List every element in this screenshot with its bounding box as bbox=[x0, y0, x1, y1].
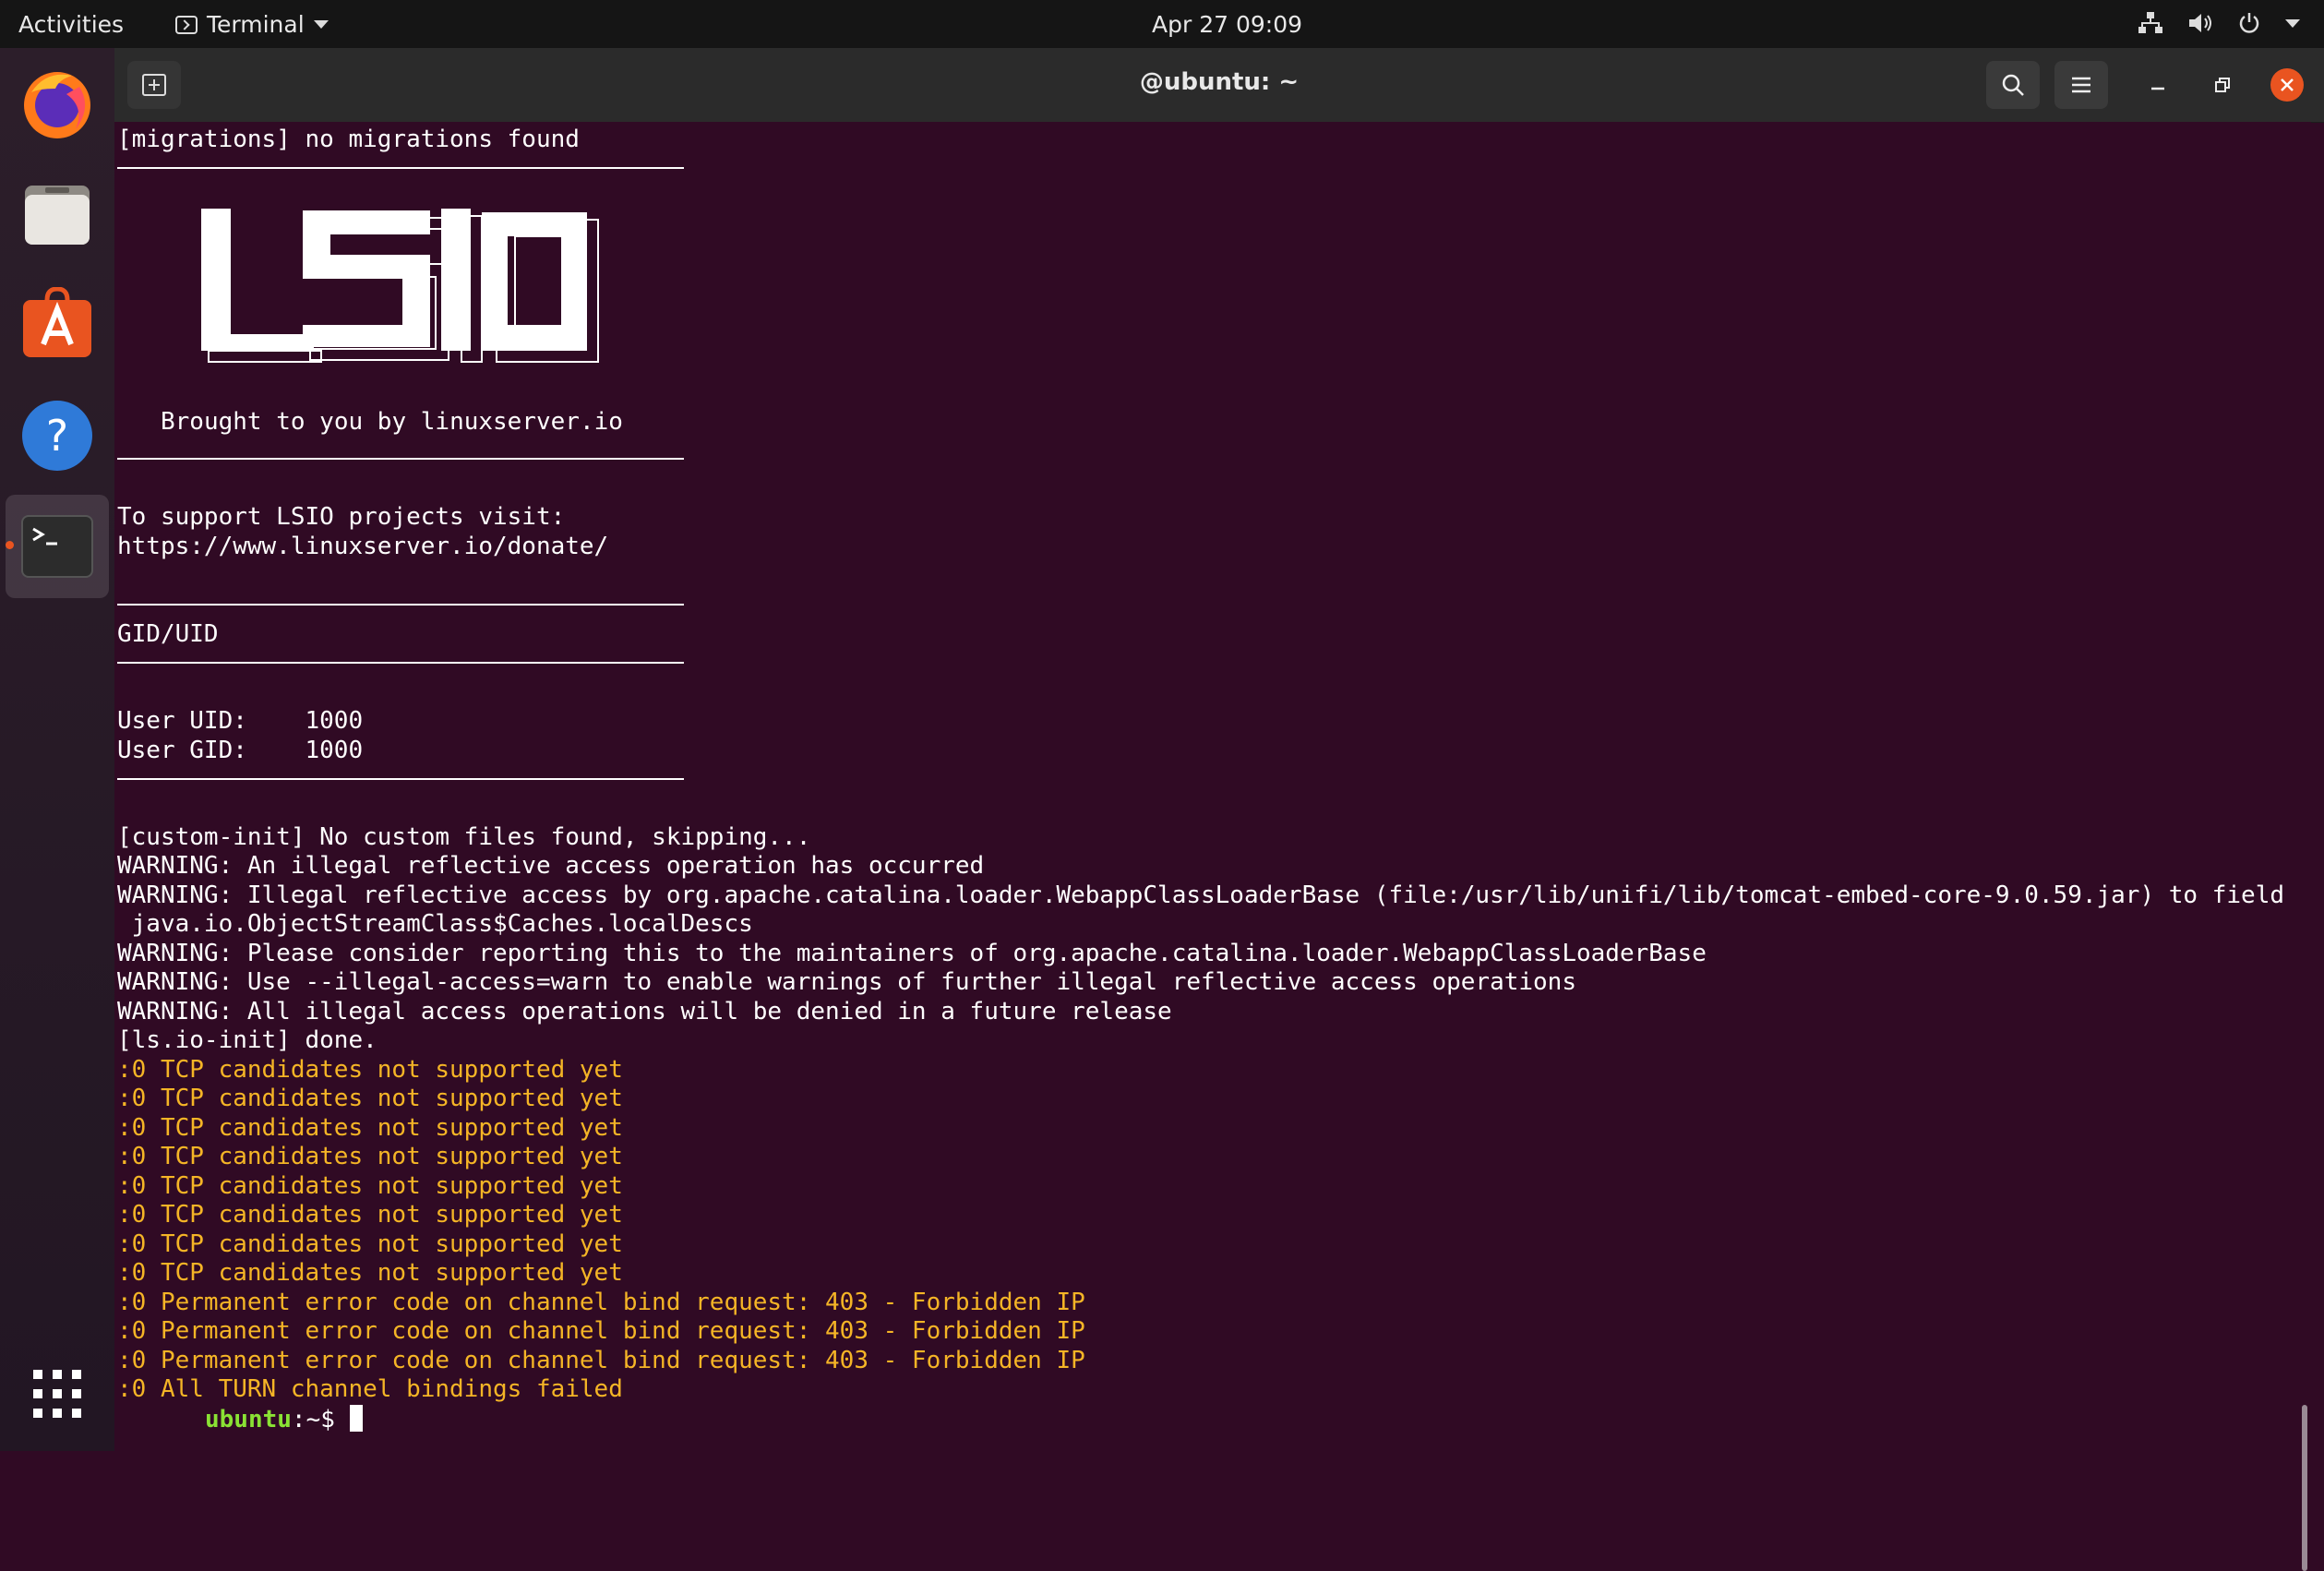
output-line: :0 TCP candidates not supported yet bbox=[117, 1201, 623, 1229]
app-menu-label: Terminal bbox=[207, 11, 305, 38]
output-line: GID/UID bbox=[117, 620, 219, 648]
app-menu[interactable]: Terminal bbox=[175, 11, 329, 38]
svg-text:?: ? bbox=[46, 411, 68, 461]
search-button[interactable] bbox=[1986, 61, 2040, 109]
volume-icon bbox=[2189, 14, 2211, 32]
output-line: User GID: 1000 bbox=[117, 737, 364, 764]
divider bbox=[117, 778, 684, 780]
output-line: WARNING: All illegal access operations w… bbox=[117, 998, 1172, 1025]
hamburger-menu-icon bbox=[2072, 77, 2090, 93]
output-line: WARNING: Please consider reporting this … bbox=[117, 940, 1707, 967]
minimize-icon bbox=[2151, 87, 2164, 90]
output-line: [custom-init] No custom files found, ski… bbox=[117, 823, 811, 851]
search-icon bbox=[2002, 74, 2024, 96]
prompt-user: ubuntu bbox=[205, 1406, 292, 1433]
terminal-output[interactable]: [migrations] no migrations found Brought… bbox=[114, 122, 2311, 1571]
output-line: :0 TCP candidates not supported yet bbox=[117, 1172, 623, 1200]
chevron-down-icon bbox=[313, 20, 329, 29]
close-icon bbox=[2281, 78, 2294, 91]
menu-button[interactable] bbox=[2054, 61, 2108, 109]
output-line: [migrations] no migrations found bbox=[117, 126, 580, 153]
output-line: WARNING: An illegal reflective access op… bbox=[117, 852, 985, 880]
divider bbox=[117, 167, 684, 169]
prompt-line[interactable]: ubuntu:~$ bbox=[205, 1405, 363, 1434]
output-line: :0 Permanent error code on channel bind … bbox=[117, 1347, 1085, 1374]
divider bbox=[117, 458, 684, 460]
lsio-logo bbox=[201, 209, 599, 363]
firefox-icon[interactable] bbox=[13, 59, 102, 148]
output-line: Brought to you by linuxserver.io bbox=[161, 408, 623, 436]
output-line: :0 TCP candidates not supported yet bbox=[117, 1085, 623, 1112]
restore-icon bbox=[2215, 78, 2230, 92]
terminal-header-bar: @ubuntu: ~ bbox=[114, 48, 2324, 123]
dock: ? bbox=[0, 48, 114, 1451]
running-indicator bbox=[6, 541, 14, 549]
activities-button[interactable]: Activities bbox=[18, 11, 124, 38]
output-line: WARNING: Use --illegal-access=warn to en… bbox=[117, 968, 1576, 996]
close-button[interactable] bbox=[2270, 68, 2304, 102]
output-line: java.io.ObjectStreamClass$Caches.localDe… bbox=[117, 910, 753, 938]
clock[interactable]: Apr 27 09:09 bbox=[1152, 11, 1302, 38]
output-line: :0 Permanent error code on channel bind … bbox=[117, 1317, 1085, 1345]
help-icon[interactable]: ? bbox=[13, 391, 102, 480]
output-line: :0 TCP candidates not supported yet bbox=[117, 1143, 623, 1170]
output-line: :0 TCP candidates not supported yet bbox=[117, 1114, 623, 1142]
restore-button[interactable] bbox=[2206, 68, 2239, 102]
system-tray[interactable] bbox=[2138, 11, 2300, 35]
output-line: :0 All TURN channel bindings failed bbox=[117, 1375, 623, 1403]
minimize-button[interactable] bbox=[2141, 68, 2174, 102]
divider bbox=[117, 662, 684, 664]
output-line: :0 TCP candidates not supported yet bbox=[117, 1056, 623, 1084]
prompt-path: :~$ bbox=[291, 1406, 350, 1433]
output-line: User UID: 1000 bbox=[117, 707, 364, 735]
text-cursor bbox=[349, 1405, 363, 1432]
terminal-icon[interactable] bbox=[6, 495, 109, 598]
divider bbox=[117, 604, 684, 606]
output-line: :0 Permanent error code on channel bind … bbox=[117, 1289, 1085, 1316]
output-line: To support LSIO projects visit: bbox=[117, 503, 566, 531]
output-line: WARNING: Illegal reflective access by or… bbox=[117, 881, 2284, 909]
terminal-mini-icon bbox=[175, 15, 198, 34]
output-line: [ls.io-init] done. bbox=[117, 1026, 377, 1054]
output-line: :0 TCP candidates not supported yet bbox=[117, 1259, 623, 1287]
output-line: :0 TCP candidates not supported yet bbox=[117, 1230, 623, 1258]
power-icon bbox=[2239, 13, 2259, 33]
top-bar: Activities Terminal Apr 27 09:09 bbox=[0, 0, 2324, 48]
show-applications-icon[interactable] bbox=[13, 1349, 102, 1438]
ubuntu-software-icon[interactable] bbox=[13, 281, 102, 369]
chevron-down-icon bbox=[2285, 18, 2300, 28]
scrollbar[interactable] bbox=[2302, 1405, 2307, 1571]
output-line: https://www.linuxserver.io/donate/ bbox=[117, 533, 609, 560]
files-icon[interactable] bbox=[13, 170, 102, 258]
network-icon bbox=[2138, 12, 2162, 33]
